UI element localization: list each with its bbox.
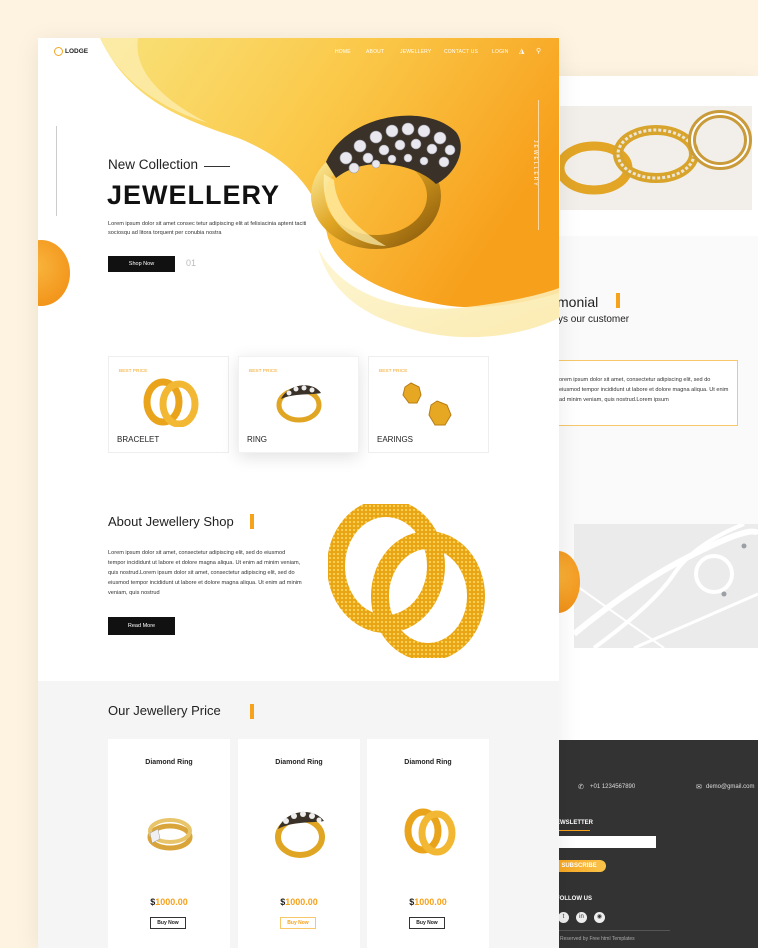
earings-image (402, 382, 452, 426)
ring-image (276, 385, 322, 423)
footer-email[interactable]: demo@gmail.com (706, 784, 754, 790)
main-page: LODGE HOME ABOUT JEWELLERY CONTACT US LO… (38, 38, 559, 948)
buy-now-button[interactable]: Buy Now (280, 917, 316, 929)
instagram-icon[interactable]: ◉ (594, 912, 605, 923)
nav-about[interactable]: ABOUT (366, 49, 384, 55)
phone-icon: ✆ (578, 784, 584, 791)
read-more-button[interactable]: Read More (108, 617, 175, 635)
category-card-ring[interactable]: BEST PRICE RING (238, 356, 359, 453)
linkedin-icon[interactable]: in (576, 912, 587, 923)
subtitle-line (204, 166, 230, 167)
product-image (404, 808, 456, 856)
price-amount: 1000.00 (414, 897, 447, 907)
secondary-page-preview: timonial ys our customer orem ipsum dolo… (548, 76, 758, 948)
hero-title: JEWELLERY (107, 180, 281, 210)
twitter-icon[interactable]: t (558, 912, 569, 923)
divider (556, 930, 670, 931)
price-amount: 1000.00 (155, 897, 188, 907)
side-divider (56, 126, 57, 216)
best-price-badge: BEST PRICE (119, 369, 148, 374)
search-icon[interactable]: ⚲ (536, 47, 541, 55)
side-label: JEWELLERY (532, 140, 538, 188)
ring-logo-icon (54, 47, 63, 56)
price-card: Diamond Ring $1000.00 Buy Now (238, 739, 360, 948)
price-section-title: Our Jewellery Price (108, 703, 221, 718)
shop-now-button[interactable]: Shop Now (108, 256, 175, 272)
hero-subtitle: New Collection (108, 157, 199, 172)
top-navbar: LODGE HOME ABOUT JEWELLERY CONTACT US LO… (38, 38, 559, 68)
follow-us-heading: FOLLOW US (556, 896, 592, 902)
product-price: $1000.00 (238, 897, 360, 907)
nav-home[interactable]: HOME (335, 49, 351, 55)
testimonial-subtitle: ys our customer (558, 314, 630, 325)
category-card-bracelet[interactable]: BEST PRICE BRACELET (108, 356, 229, 453)
subscribe-button[interactable]: SUBSCRIBE (552, 860, 606, 872)
gold-bangles-image (328, 504, 485, 658)
side-divider (538, 100, 539, 230)
nav-contact-us[interactable]: CONTACT US (444, 49, 478, 55)
price-amount: 1000.00 (285, 897, 318, 907)
hero-description: Lorem ipsum dolor sit amet consec tetur … (108, 221, 307, 236)
footer: ✆ +01 1234567890 ✉ demo@gmail.com EWSLET… (548, 740, 758, 948)
best-price-badge: BEST PRICE (379, 369, 408, 374)
bracelet-image (143, 378, 199, 427)
category-name: RING (247, 435, 267, 444)
category-card-earings[interactable]: BEST PRICE EARINGS (368, 356, 489, 453)
product-name: Diamond Ring (145, 759, 193, 766)
product-name: Diamond Ring (404, 759, 452, 766)
product-name: Diamond Ring (275, 759, 323, 766)
category-name: BRACELET (117, 435, 160, 444)
site-logo[interactable]: LODGE (54, 47, 88, 56)
nav-login[interactable]: LOGIN (492, 49, 509, 55)
product-price: $1000.00 (108, 897, 230, 907)
mail-icon: ✉ (696, 784, 702, 791)
product-image (275, 811, 325, 858)
product-price: $1000.00 (367, 897, 489, 907)
category-name: EARINGS (377, 435, 414, 444)
buy-now-button[interactable]: Buy Now (409, 917, 445, 929)
title-accent-bar (250, 514, 254, 529)
product-image (147, 818, 193, 851)
logo-text: LODGE (65, 48, 89, 56)
hero-diamond-ring-image (311, 115, 461, 249)
price-card: Diamond Ring $1000.00 Buy Now (367, 739, 489, 948)
footer-phone: +01 1234567890 (590, 784, 636, 790)
map[interactable] (574, 524, 758, 648)
divider (556, 830, 590, 831)
slide-number: 01 (186, 258, 197, 268)
best-price-badge: BEST PRICE (249, 369, 278, 374)
title-accent-bar (616, 293, 620, 308)
newsletter-heading: EWSLETTER (556, 820, 593, 826)
testimonial-text: orem ipsum dolor sit amet, consectetur a… (559, 377, 729, 403)
newsletter-email-input[interactable] (556, 836, 656, 848)
title-accent-bar (250, 704, 254, 719)
nav-jewellery[interactable]: JEWELLERY (400, 49, 431, 55)
buy-now-button[interactable]: Buy Now (150, 917, 186, 929)
copyright-text: Reserved by Free html Templates (560, 936, 635, 942)
rings-banner-image (560, 106, 752, 210)
cart-icon[interactable]: ◮ (519, 47, 524, 55)
price-card: Diamond Ring $1000.00 Buy Now (108, 739, 230, 948)
about-description: Lorem ipsum dolor sit amet, consectetur … (108, 550, 302, 596)
testimonial-card: orem ipsum dolor sit amet, consectetur a… (554, 360, 738, 426)
about-title: About Jewellery Shop (108, 514, 234, 529)
